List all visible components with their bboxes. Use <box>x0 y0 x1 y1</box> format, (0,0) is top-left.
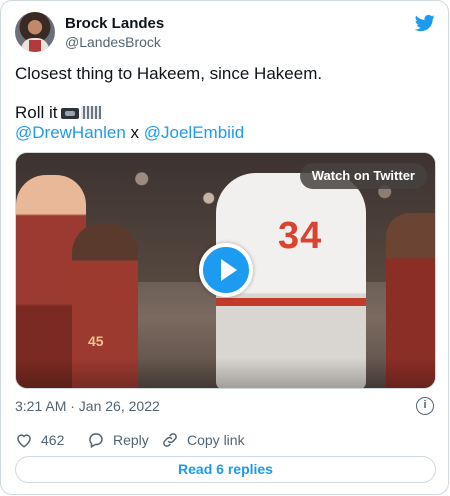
like-count: 462 <box>41 432 65 448</box>
tweet-mentions: @DrewHanlen x @JoelEmbiid <box>15 122 244 144</box>
tweet-header: Brock Landes @LandesBrock <box>15 11 436 55</box>
link-icon <box>163 433 177 447</box>
watch-on-twitter-button[interactable]: Watch on Twitter <box>299 163 427 189</box>
tweet-card: Brock Landes @LandesBrock Closest thing … <box>0 0 449 495</box>
videocassette-icon <box>60 108 79 119</box>
tweet-text-line1: Closest thing to Hakeem, since Hakeem. <box>15 64 323 83</box>
jersey-number: 34 <box>278 215 323 257</box>
author-handle[interactable]: @LandesBrock <box>65 34 161 50</box>
tweet-actions: 462 Reply Copy link <box>15 430 436 450</box>
tweet-timestamp[interactable]: 3:21 AM · Jan 26, 2022 <box>15 398 160 414</box>
film-frames-icon <box>80 106 101 119</box>
mention-drewhanlen[interactable]: @DrewHanlen <box>15 123 126 142</box>
play-icon[interactable] <box>199 243 253 297</box>
player-number-left: 45 <box>88 333 104 349</box>
copy-link-label: Copy link <box>187 432 245 448</box>
tweet-text-line2: Roll it <box>15 102 101 124</box>
reply-label: Reply <box>113 432 149 448</box>
roll-it-text: Roll it <box>15 103 58 122</box>
reply-bubble-icon <box>89 433 103 449</box>
twitter-bird-icon[interactable] <box>414 13 436 33</box>
heart-icon <box>17 434 31 448</box>
video-thumbnail[interactable]: 45 34 Watch on Twitter <box>15 152 436 389</box>
avatar[interactable] <box>15 12 55 52</box>
mention-joelembiid[interactable]: @JoelEmbiid <box>144 123 244 142</box>
read-replies-button[interactable]: Read 6 replies <box>15 456 436 483</box>
info-icon[interactable]: i <box>416 397 434 415</box>
author-name[interactable]: Brock Landes <box>65 15 164 32</box>
mention-separator: x <box>125 123 144 142</box>
